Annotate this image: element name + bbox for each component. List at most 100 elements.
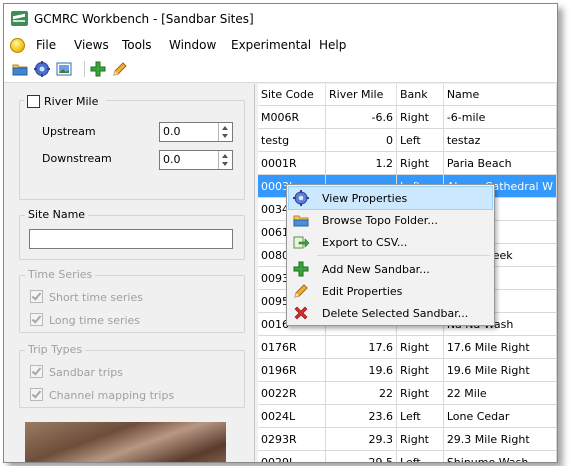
site-code-cell[interactable]: 0001R: [258, 151, 326, 175]
table-row[interactable]: testg 0 Left testaz: [258, 128, 557, 152]
downstream-label: Downstream: [42, 152, 112, 165]
menu-file[interactable]: File: [36, 38, 56, 52]
site-code-cell[interactable]: 0029L: [258, 450, 326, 462]
name-cell[interactable]: Paria Beach: [443, 151, 557, 175]
bank-cell[interactable]: Left: [396, 128, 444, 152]
image-icon[interactable]: [56, 61, 72, 77]
site-name-input[interactable]: [29, 229, 233, 249]
river-mile-cell[interactable]: 29.3: [325, 427, 398, 451]
site-code-cell[interactable]: 0196R: [258, 358, 326, 382]
menu-views[interactable]: Views: [74, 38, 109, 52]
settings-gear-icon[interactable]: [34, 61, 50, 77]
toolbar: [4, 56, 557, 83]
bank-cell[interactable]: Left: [396, 450, 444, 462]
river-mile-cell[interactable]: 17.6: [325, 335, 398, 359]
site-code-cell[interactable]: 0293R: [258, 427, 326, 451]
upstream-spin-buttons[interactable]: [218, 123, 232, 141]
river-mile-cell[interactable]: -6.6: [325, 105, 398, 129]
menu-window[interactable]: Window: [169, 38, 216, 52]
sandbar-trips-checkbox[interactable]: [30, 365, 43, 378]
table-row[interactable]: M006R -6.6 Right -6-mile: [258, 105, 557, 129]
menu-item-edit-properties[interactable]: Edit Properties: [289, 280, 492, 302]
river-mile-cell[interactable]: 1.2: [325, 151, 398, 175]
menu-item-label: Delete Selected Sandbar...: [322, 307, 469, 320]
menu-tools[interactable]: Tools: [122, 38, 152, 52]
document-menu-icon[interactable]: [10, 38, 25, 53]
table-row[interactable]: 0029L 29.5 Left Shinumo Wash: [258, 450, 557, 462]
spin-up-icon[interactable]: [222, 126, 228, 130]
menu-item-export-csv[interactable]: Export to CSV...: [289, 231, 492, 253]
column-header-river-mile[interactable]: River Mile: [325, 84, 398, 106]
river-mile-cell[interactable]: 29.5: [325, 450, 398, 462]
site-code-cell[interactable]: M006R: [258, 105, 326, 129]
name-cell[interactable]: Shinumo Wash: [443, 450, 557, 462]
bank-cell[interactable]: Left: [396, 404, 444, 428]
name-cell[interactable]: 22 Mile: [443, 381, 557, 405]
bank-cell[interactable]: Right: [396, 381, 444, 405]
open-folder-icon[interactable]: [12, 61, 28, 77]
bank-cell[interactable]: Right: [396, 151, 444, 175]
add-icon[interactable]: [90, 61, 106, 77]
upstream-value: 0.0: [163, 125, 181, 138]
table-row[interactable]: 0024L 23.6 Left Lone Cedar: [258, 404, 557, 428]
downstream-spinner[interactable]: 0.0: [159, 150, 233, 170]
name-cell[interactable]: 29.3 Mile Right: [443, 427, 557, 451]
table-row[interactable]: 0001R 1.2 Right Paria Beach: [258, 151, 557, 175]
name-cell[interactable]: 17.6 Mile Right: [443, 335, 557, 359]
menu-item-browse-topo-folder[interactable]: Browse Topo Folder...: [289, 209, 492, 231]
upstream-spinner[interactable]: 0.0: [159, 122, 233, 142]
delete-x-icon: [294, 306, 308, 320]
menu-item-label: View Properties: [322, 192, 408, 205]
edit-pencil-icon[interactable]: [112, 61, 128, 77]
table-row[interactable]: 0176R 17.6 Right 17.6 Mile Right: [258, 335, 557, 359]
bank-cell[interactable]: Right: [396, 335, 444, 359]
menu-item-delete-sandbar[interactable]: Delete Selected Sandbar...: [289, 302, 492, 324]
export-icon: [293, 236, 309, 249]
name-cell[interactable]: 19.6 Mile Right: [443, 358, 557, 382]
river-mile-checkbox[interactable]: [27, 95, 40, 108]
site-code-cell[interactable]: 0176R: [258, 335, 326, 359]
site-code-cell[interactable]: 0024L: [258, 404, 326, 428]
menu-item-label: Browse Topo Folder...: [322, 214, 438, 227]
folder-icon: [293, 215, 309, 227]
table-row[interactable]: 0293R 29.3 Right 29.3 Mile Right: [258, 427, 557, 451]
bank-cell[interactable]: Right: [396, 427, 444, 451]
menu-item-label: Add New Sandbar...: [322, 263, 430, 276]
spin-up-icon[interactable]: [222, 154, 228, 158]
bank-cell[interactable]: Right: [396, 358, 444, 382]
menu-experimental[interactable]: Experimental: [231, 38, 311, 52]
upstream-label: Upstream: [42, 125, 96, 138]
site-code-cell[interactable]: 0022R: [258, 381, 326, 405]
name-cell[interactable]: Lone Cedar: [443, 404, 557, 428]
river-mile-cell[interactable]: 22: [325, 381, 398, 405]
menu-item-add-new-sandbar[interactable]: Add New Sandbar...: [289, 258, 492, 280]
menu-item-view-properties[interactable]: View Properties: [288, 186, 493, 210]
long-time-series-checkbox[interactable]: [30, 313, 43, 326]
river-mile-cell[interactable]: 19.6: [325, 358, 398, 382]
table-row[interactable]: 0196R 19.6 Right 19.6 Mile Right: [258, 358, 557, 382]
short-time-series-checkbox[interactable]: [30, 290, 43, 303]
column-header-bank[interactable]: Bank: [396, 84, 444, 106]
bank-cell[interactable]: Right: [396, 105, 444, 129]
edit-pencil-icon: [294, 284, 308, 298]
title-bar: GCMRC Workbench - [Sandbar Sites]: [4, 4, 557, 34]
name-cell[interactable]: -6-mile: [443, 105, 557, 129]
toolbar-separator: [84, 61, 85, 77]
channel-mapping-trips-checkbox[interactable]: [30, 388, 43, 401]
column-header-site-code[interactable]: Site Code: [258, 84, 326, 106]
menu-help[interactable]: Help: [319, 38, 346, 52]
name-cell[interactable]: testaz: [443, 128, 557, 152]
site-code-cell[interactable]: testg: [258, 128, 326, 152]
river-mile-cell[interactable]: 0: [325, 128, 398, 152]
river-mile-cell[interactable]: 23.6: [325, 404, 398, 428]
window-title: GCMRC Workbench - [Sandbar Sites]: [34, 12, 254, 26]
downstream-value: 0.0: [163, 153, 181, 166]
spin-down-icon[interactable]: [222, 162, 228, 166]
table-row[interactable]: 0022R 22 Right 22 Mile: [258, 381, 557, 405]
spin-down-icon[interactable]: [222, 134, 228, 138]
context-menu: View Properties Browse Topo Folder... Ex…: [286, 184, 495, 326]
downstream-spin-buttons[interactable]: [218, 151, 232, 169]
column-header-name[interactable]: Name: [443, 84, 557, 106]
site-name-label: Site Name: [25, 208, 89, 221]
sandbar-trips-label: Sandbar trips: [49, 366, 124, 379]
